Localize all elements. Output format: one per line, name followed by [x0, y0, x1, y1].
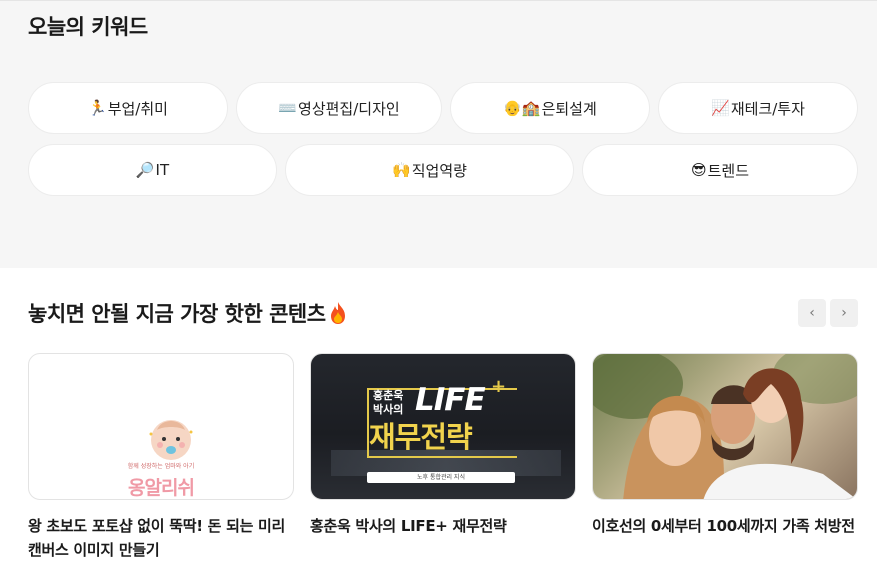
keyword-chip-retirement[interactable]: 👴🏫 은퇴설계	[450, 82, 650, 134]
fire-icon	[330, 302, 345, 324]
thumbnail-bar: 노후 통합관리 지식	[367, 472, 515, 483]
card-thumbnail[interactable]: 홍춘욱 박사의 LIFE + 재무전략 노후 통합관리 지식	[310, 353, 576, 500]
keyword-chip-side-job[interactable]: 🏃 부업/취미	[28, 82, 228, 134]
hot-content-title-text: 놓치면 안될 지금 가장 핫한 콘텐츠	[28, 302, 326, 326]
thumbnail-name-line1: 홍춘욱	[373, 389, 404, 402]
thumbnail-plus: +	[491, 376, 507, 397]
runner-icon: 🏃	[88, 99, 107, 117]
chip-label: 부업/취미	[107, 99, 168, 118]
chip-label: 직업역량	[411, 161, 467, 180]
carousel-next-button[interactable]: ›	[830, 299, 858, 327]
content-card[interactable]: 이호선의 0세부터 100세까지 가족 처방전	[592, 353, 858, 538]
card-title[interactable]: 이호선의 0세부터 100세까지 가족 처방전	[592, 514, 858, 538]
keyword-chip-video-design[interactable]: ⌨️ 영상편집/디자인	[236, 82, 442, 134]
hot-content-title: 놓치면 안될 지금 가장 핫한 콘텐츠	[28, 298, 348, 328]
family-photo	[593, 354, 857, 499]
card-title[interactable]: 홍춘욱 박사의 LIFE+ 재무전략	[310, 514, 576, 538]
raised-hands-icon: 🙌	[392, 161, 411, 179]
thumbnail-life: LIFE	[415, 382, 486, 418]
thumbnail-main-title: 재무전략	[369, 420, 473, 454]
thumbnail-name: 홍춘욱 박사의	[373, 389, 403, 417]
keyword-chip-job-skills[interactable]: 🙌 직업역량	[285, 144, 574, 196]
keyword-chip-investment[interactable]: 📈 재테크/투자	[658, 82, 858, 134]
chip-label: 은퇴설계	[541, 99, 597, 118]
sunglasses-icon: 😎	[690, 161, 707, 179]
keywords-title: 오늘의 키워드	[28, 15, 148, 39]
magnifier-icon: 🔎	[135, 161, 155, 179]
content-card[interactable]: 홍춘욱 박사의 LIFE + 재무전략 노후 통합관리 지식 홍춘욱 박사의 L…	[310, 353, 576, 538]
elder-school-icon: 👴🏫	[503, 99, 541, 117]
carousel-prev-button[interactable]: ‹	[798, 299, 826, 327]
thumbnail-brand: 옹알리쉬	[128, 477, 195, 499]
card-thumbnail[interactable]: 함께 성장하는 엄마와 아기 옹알리쉬	[28, 353, 294, 500]
keyword-chip-it[interactable]: 🔎 IT	[28, 144, 277, 196]
thumbnail-subtitle: 함께 성장하는 엄마와 아기	[127, 463, 195, 470]
keyword-chip-trend[interactable]: 😎 트렌드	[582, 144, 858, 196]
chip-label: IT	[155, 161, 170, 179]
card-thumbnail[interactable]	[592, 353, 858, 500]
chip-label: 영상편집/디자인	[298, 99, 400, 118]
baby-illustration	[149, 420, 193, 460]
keyboard-icon: ⌨️	[278, 99, 298, 117]
chip-label: 재테크/투자	[730, 99, 805, 118]
keywords-section: 오늘의 키워드 🏃 부업/취미 ⌨️ 영상편집/디자인 👴🏫 은퇴설계 📈 재테크/투자…	[0, 0, 877, 268]
chip-label: 트렌드	[707, 161, 750, 180]
content-card[interactable]: 함께 성장하는 엄마와 아기 옹알리쉬 왕 초보도 포토샵 없이 뚝딱! 돈 되…	[28, 353, 294, 562]
chart-up-icon: 📈	[711, 99, 730, 117]
card-title[interactable]: 왕 초보도 포토샵 없이 뚝딱! 돈 되는 미리캔버스 이미지 만들기	[28, 514, 294, 562]
